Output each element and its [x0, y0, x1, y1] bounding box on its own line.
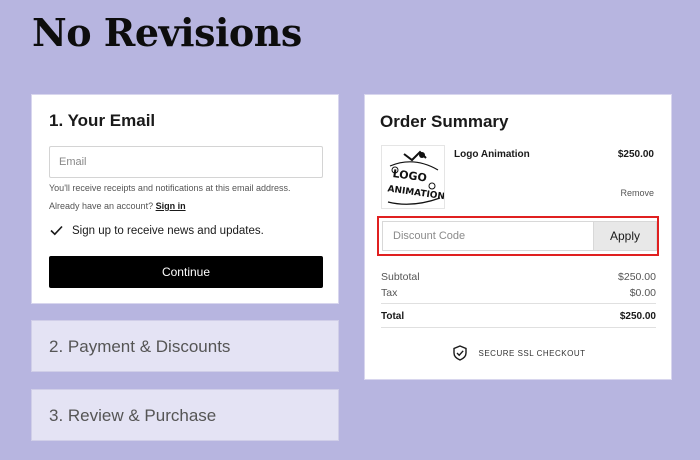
tax-value: $0.00 [629, 287, 656, 299]
secure-checkout-label: SECURE SSL CHECKOUT [478, 348, 586, 358]
continue-button[interactable]: Continue [49, 256, 323, 288]
total-label: Total [381, 311, 405, 322]
brand-logo[interactable]: No Revisions [32, 10, 302, 55]
logo-animation-image: LOGO ANIMATION [382, 146, 444, 208]
tax-row: Tax $0.00 [381, 287, 656, 299]
subtotal-label: Subtotal [381, 271, 420, 283]
step-payment-discounts[interactable]: 2. Payment & Discounts [31, 320, 339, 372]
sign-in-link[interactable]: Sign in [156, 201, 186, 211]
email-input[interactable] [49, 146, 323, 178]
total-divider [381, 327, 656, 328]
discount-highlight: Apply [377, 216, 659, 256]
product-thumbnail: LOGO ANIMATION [381, 145, 445, 209]
step-payment-label: 2. Payment & Discounts [49, 337, 231, 356]
step-review-purchase[interactable]: 3. Review & Purchase [31, 389, 339, 441]
step-review-label: 3. Review & Purchase [49, 406, 217, 425]
remove-item-link[interactable]: Remove [620, 188, 654, 198]
product-name: Logo Animation [454, 149, 530, 160]
checkmark-icon [50, 225, 63, 236]
tax-label: Tax [381, 287, 398, 299]
newsletter-label: Sign up to receive news and updates. [72, 224, 264, 237]
subtotal-row: Subtotal $250.00 [381, 271, 656, 283]
product-price: $250.00 [617, 149, 654, 160]
shield-check-icon [452, 345, 467, 361]
total-row: Total $250.00 [381, 311, 656, 322]
summary-divider [381, 303, 656, 304]
email-step-card: 1. Your Email You'll receive receipts an… [31, 94, 339, 304]
subtotal-value: $250.00 [618, 271, 656, 283]
account-prompt: Already have an account? Sign in [49, 201, 186, 211]
discount-code-input[interactable] [382, 221, 593, 251]
account-prompt-text: Already have an account? [49, 201, 154, 211]
receipts-note: You'll receive receipts and notification… [49, 183, 291, 193]
total-value: $250.00 [619, 311, 656, 322]
order-summary-title: Order Summary [380, 112, 509, 131]
newsletter-checkbox[interactable] [49, 223, 64, 238]
apply-discount-button[interactable]: Apply [593, 221, 657, 251]
secure-checkout-badge: SECURE SSL CHECKOUT [365, 345, 673, 361]
order-summary-card: Order Summary LOGO ANIMATION Logo Animat… [364, 94, 672, 380]
newsletter-option[interactable]: Sign up to receive news and updates. [49, 223, 264, 238]
email-step-title: 1. Your Email [49, 111, 156, 130]
